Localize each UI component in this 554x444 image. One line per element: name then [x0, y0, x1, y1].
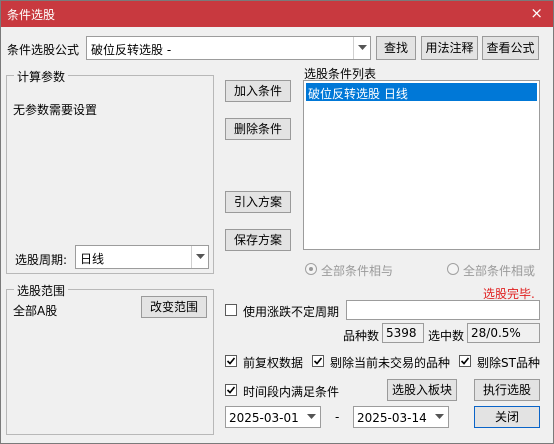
time-range-checkbox[interactable]: [225, 384, 237, 396]
and-radio-label: 全部条件相与: [321, 264, 394, 278]
count-box: 5398: [382, 323, 424, 343]
date-separator: -: [335, 410, 340, 424]
usage-notes-button[interactable]: 用法注释: [421, 36, 478, 60]
params-group-title: 计算参数: [14, 68, 69, 85]
import-scheme-button[interactable]: 引入方案: [225, 191, 291, 213]
irregular-period-input[interactable]: [346, 300, 540, 320]
end-date-picker[interactable]: 2025-03-14: [353, 406, 449, 428]
check-icon: [460, 357, 470, 365]
and-radio[interactable]: [305, 263, 317, 275]
title-bar: 条件选股 ×: [1, 1, 553, 27]
close-icon[interactable]: ×: [530, 4, 543, 22]
irregular-period-checkbox[interactable]: [225, 304, 237, 316]
condition-list[interactable]: 破位反转选股 日线: [303, 80, 540, 250]
exclude-untraded-checkbox[interactable]: [312, 355, 324, 367]
exclude-st-label: 剔除ST品种: [477, 356, 540, 370]
chevron-down-icon[interactable]: [303, 407, 320, 427]
range-value: 全部A股: [13, 304, 58, 318]
params-message: 无参数需要设置: [13, 103, 98, 117]
save-scheme-button[interactable]: 保存方案: [225, 229, 291, 251]
irregular-period-label: 使用涨跌不定周期: [243, 305, 340, 319]
start-date-value: 2025-03-01: [229, 411, 299, 425]
period-label: 选股周期:: [15, 253, 68, 267]
condition-list-item-label: 破位反转选股 日线: [308, 87, 408, 101]
exclude-st-checkbox[interactable]: [459, 355, 471, 367]
count-label: 品种数: [343, 329, 380, 343]
formula-combo[interactable]: 破位反转选股 -: [86, 36, 371, 60]
add-condition-button[interactable]: 加入条件: [225, 80, 291, 102]
stock-selection-dialog: 条件选股 × 条件选股公式 破位反转选股 - 查找 用法注释 查看公式 计算参数…: [0, 0, 554, 444]
formula-value: 破位反转选股 -: [91, 43, 172, 57]
chevron-down-icon[interactable]: [431, 407, 448, 427]
hit-label: 选中数: [428, 329, 465, 343]
change-range-button[interactable]: 改变范围: [141, 296, 207, 318]
check-icon: [226, 386, 236, 394]
or-radio-label: 全部条件相或: [463, 264, 536, 278]
params-group: 计算参数 无参数需要设置 选股周期: 日线: [6, 68, 214, 274]
condition-list-item[interactable]: 破位反转选股 日线: [306, 83, 537, 101]
execute-button[interactable]: 执行选股: [474, 379, 540, 401]
chevron-down-icon[interactable]: [191, 246, 208, 268]
range-group-title: 选股范围: [14, 282, 69, 299]
view-formula-button[interactable]: 查看公式: [482, 36, 539, 60]
hit-value: 28/0.5%: [471, 326, 521, 340]
range-group: 选股范围 全部A股 改变范围: [6, 282, 214, 435]
or-radio[interactable]: [447, 263, 459, 275]
count-value: 5398: [386, 326, 417, 340]
find-button[interactable]: 查找: [376, 36, 416, 60]
exclude-untraded-label: 剔除当前未交易的品种: [330, 356, 451, 370]
period-value: 日线: [80, 252, 105, 266]
start-date-picker[interactable]: 2025-03-01: [225, 406, 321, 428]
end-date-value: 2025-03-14: [357, 411, 427, 425]
chevron-down-icon[interactable]: [353, 37, 370, 59]
adjust-label: 前复权数据: [243, 356, 304, 370]
window-title: 条件选股: [7, 8, 56, 22]
to-block-button[interactable]: 选股入板块: [387, 379, 457, 401]
close-button[interactable]: 关闭: [474, 406, 540, 428]
check-icon: [313, 357, 323, 365]
formula-label: 条件选股公式: [7, 43, 80, 57]
period-combo[interactable]: 日线: [75, 245, 209, 269]
hit-box: 28/0.5%: [467, 323, 540, 343]
delete-condition-button[interactable]: 删除条件: [225, 118, 291, 140]
time-range-label: 时间段内满足条件: [243, 385, 340, 399]
adjust-checkbox[interactable]: [225, 355, 237, 367]
check-icon: [226, 357, 236, 365]
